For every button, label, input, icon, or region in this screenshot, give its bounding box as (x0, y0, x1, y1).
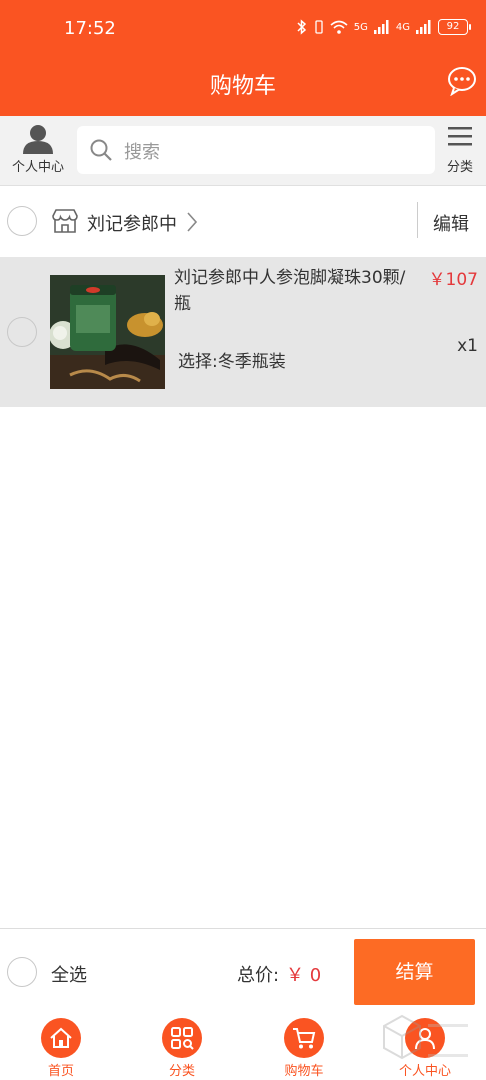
vibrate-icon (315, 20, 323, 34)
store-icon (52, 209, 78, 233)
signal-icon-2 (416, 20, 431, 34)
status-bar: 17:52 5G 4G 92 (0, 0, 486, 56)
wifi-icon (330, 20, 348, 34)
divider (417, 202, 418, 238)
select-all-label[interactable]: 全选 (51, 961, 87, 987)
product-title[interactable]: 刘记参郎中人参泡脚凝珠30颗/瓶 (174, 265, 414, 317)
person-center-label: 个人中心 (11, 160, 64, 175)
status-icons: 5G 4G 92 (296, 19, 471, 35)
app-header: 17:52 5G 4G 92 购物车 (0, 0, 486, 116)
menu-icon (448, 127, 472, 146)
tab-cart-label: 购物车 (284, 1064, 324, 1079)
store-header: 刘记参郎中 编辑 (0, 186, 486, 256)
product-photo-icon (50, 275, 165, 389)
total-value: ￥ 0 (286, 965, 322, 986)
user-icon (23, 125, 53, 154)
chat-bubble-icon[interactable] (446, 64, 478, 96)
battery-indicator: 92 (438, 19, 471, 35)
network-4g: 4G (395, 21, 410, 33)
category-button[interactable]: 分类 (440, 124, 480, 180)
search-icon (90, 139, 112, 161)
product-image[interactable] (50, 275, 165, 389)
tab-home-label: 首页 (47, 1064, 74, 1079)
product-price: ￥107 (428, 270, 478, 290)
chevron-right-icon[interactable] (185, 211, 199, 233)
person-center-button[interactable]: 个人中心 (6, 124, 70, 180)
checkout-button[interactable]: 结算 (354, 939, 475, 1005)
tab-category[interactable]: 分类 (142, 1018, 222, 1079)
store-select-checkbox[interactable] (7, 206, 37, 236)
tab-cart[interactable]: 购物车 (264, 1018, 344, 1079)
search-placeholder: 搜索 (124, 142, 160, 163)
status-time: 17:52 (64, 18, 116, 39)
page-title: 购物车 (209, 74, 276, 99)
category-label: 分类 (446, 160, 473, 175)
edit-button[interactable]: 编辑 (433, 210, 469, 236)
item-select-checkbox[interactable] (7, 317, 37, 347)
cart-icon (293, 1028, 316, 1049)
search-input[interactable]: 搜索 (77, 126, 435, 174)
bluetooth-icon (297, 19, 306, 35)
grid-search-icon (171, 1027, 194, 1050)
tab-category-label: 分类 (168, 1064, 195, 1079)
select-all-checkbox[interactable] (7, 957, 37, 987)
network-5g: 5G (353, 21, 368, 33)
store-name[interactable]: 刘记参郎中 (87, 210, 177, 236)
home-icon (50, 1027, 72, 1048)
product-quantity: x1 (457, 336, 478, 356)
cart-item[interactable]: 刘记参郎中人参泡脚凝珠30颗/瓶 ￥107 选择:冬季瓶装 x1 (0, 257, 486, 407)
product-spec[interactable]: 选择:冬季瓶装 (178, 347, 286, 372)
checkout-bar: 全选 总价: ￥ 0 结算 (0, 928, 486, 1014)
total-label: 总价: (237, 965, 280, 986)
tab-home[interactable]: 首页 (21, 1018, 101, 1079)
signal-icon (373, 20, 389, 34)
watermark-logo-icon (383, 1014, 468, 1060)
search-row: 个人中心 搜索 分类 (0, 116, 486, 186)
